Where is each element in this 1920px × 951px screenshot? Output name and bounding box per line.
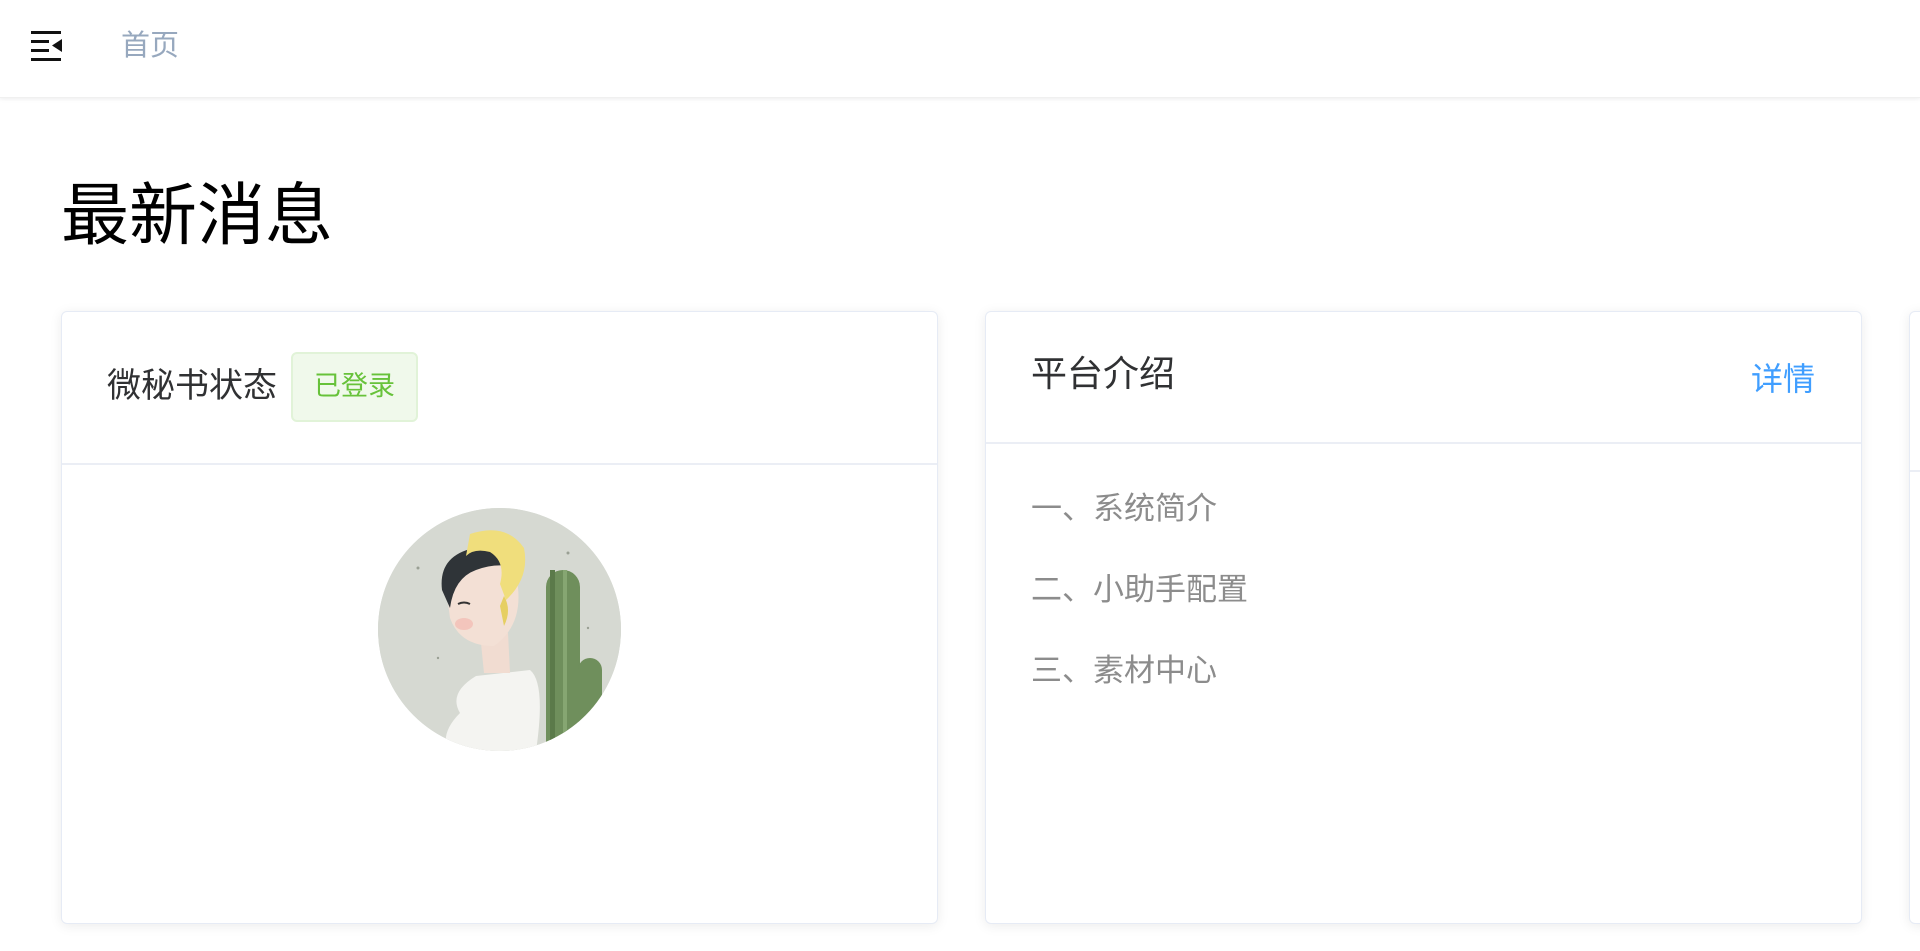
platform-intro-card: 平台介绍 详情 一、系统简介 二、小助手配置 三、素材中心 bbox=[985, 311, 1862, 924]
list-item[interactable]: 二、小助手配置 bbox=[1031, 569, 1248, 611]
card-header bbox=[1910, 312, 1920, 472]
list-item[interactable]: 一、系统简介 bbox=[1031, 488, 1248, 530]
details-link[interactable]: 详情 bbox=[1751, 358, 1815, 400]
menu-toggle-icon[interactable] bbox=[28, 24, 70, 66]
top-navbar: 首页 bbox=[0, 0, 1920, 98]
list-item[interactable]: 三、素材中心 bbox=[1031, 650, 1248, 692]
card-title: 微秘书状态 bbox=[107, 366, 277, 406]
card-header: 微秘书状态 已登录 bbox=[62, 312, 937, 465]
avatar bbox=[378, 508, 621, 751]
card-title: 平台介绍 bbox=[1031, 354, 1176, 395]
partial-card bbox=[1909, 311, 1920, 924]
page-title: 最新消息 bbox=[61, 177, 334, 256]
breadcrumb-home[interactable]: 首页 bbox=[121, 24, 179, 66]
assistant-status-card: 微秘书状态 已登录 bbox=[61, 311, 938, 924]
login-status-badge: 已登录 bbox=[291, 352, 418, 422]
card-header: 平台介绍 详情 bbox=[986, 312, 1861, 444]
intro-list: 一、系统简介 二、小助手配置 三、素材中心 bbox=[1031, 488, 1248, 731]
